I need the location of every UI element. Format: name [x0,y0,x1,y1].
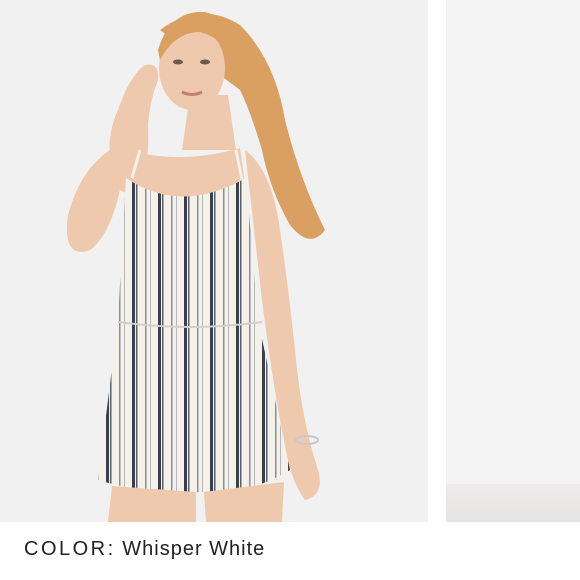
model-photo [66,11,325,522]
product-image-main[interactable] [0,0,428,522]
product-image-carousel[interactable] [0,0,580,522]
color-name: Whisper White [122,538,266,560]
color-label: COLOR: [24,538,116,560]
product-image-next[interactable] [446,0,580,522]
floor-shadow [446,484,580,522]
color-caption: COLOR: Whisper White [24,538,265,568]
